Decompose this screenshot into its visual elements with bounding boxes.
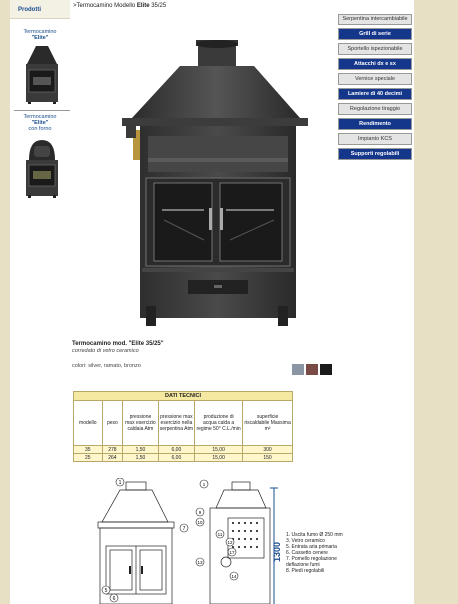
sidebar-header: Prodotti [10,0,70,19]
front-view-drawing: 1 7 5 6 [97,478,189,604]
product-sidebar: Prodotti Termocamino "Elite" Termocamino… [10,0,70,604]
menu-attacchi[interactable]: Attacchi dx e sx [338,58,412,70]
table-cell: 1,50 [122,445,159,454]
menu-impianto[interactable]: Impianto KCS [338,133,412,145]
menu-grill[interactable]: Grill di serie [338,28,412,40]
col-header: pressione max esercizio caldaia Atm [122,400,159,446]
sidebar-title: Prodotti [18,7,41,13]
menu-serpentina[interactable]: Serpentina intercambiabile [338,14,412,25]
tech-data-table: DATI TECNICI modello peso pressione max … [73,391,293,462]
menu-supporti[interactable]: Supporti regolabili [338,148,412,160]
sidebar-item-elite-forno[interactable]: Termocamino "Elite" con forno [10,114,70,132]
table-cell: 278 [101,445,124,454]
legend-item: 7. Pomello regolazione deflazione fumi [286,556,337,568]
col-header: pressione max esercizio nella serpentina… [157,400,196,446]
menu-sportello[interactable]: Sportello ispezionabile [338,43,412,55]
swatch-ramato[interactable] [306,364,318,375]
breadcrumb-model: Elite [136,3,150,9]
callout-7: 7 [183,526,186,532]
callout-12: 12 [227,540,233,545]
product-subtitle: corredato di vetro ceramico [72,348,139,354]
callout-5: 5 [105,588,108,594]
table-cell: 15,00 [194,445,244,454]
table-title: DATI TECNICI [73,391,293,401]
callout-10: 10 [197,520,203,525]
menu-lamiere[interactable]: Lamiere di 40 decimi [338,88,412,100]
table-cell: 264 [101,453,124,462]
breadcrumb-suffix: 35/25 [149,3,167,9]
sidebar-item-suffix: con forno [28,126,52,132]
elite-thumbnail[interactable] [25,46,59,104]
table-cell: 6,00 [157,453,196,462]
legend-item: 8. Piedi regolabili [286,568,325,574]
col-header: superficie riscaldabile Massima m² [242,400,293,446]
breadcrumb: >Termocamino Modello Elite 35/25 [72,0,337,12]
col-header: produzione di acqua calda a regime 50° C… [194,400,244,446]
menu-regolazione[interactable]: Regolazione tiraggio [338,103,412,115]
col-header: modello [73,400,103,446]
table-cell: 25 [73,453,103,462]
elite-forno-thumbnail[interactable] [25,138,59,198]
sidebar-divider [14,110,70,111]
breadcrumb-prefix: >Termocamino Modello [73,3,137,9]
swatch-bronzo[interactable] [320,364,332,375]
sidebar-item-model: "Elite" [31,35,49,41]
table-cell: 6,00 [157,445,196,454]
callout-1: 1 [119,480,122,486]
callout-13: 13 [197,560,203,565]
callout-6: 6 [113,596,116,602]
swatch-silver[interactable] [292,364,304,375]
sidebar-item-elite[interactable]: Termocamino "Elite" [10,29,70,41]
feature-menu: Serpentina intercambiabile Grill di seri… [338,14,414,163]
colors-text: colori: silver, ramato, bronzo [72,363,141,369]
diagram-legend: 1. Uscita fumo Ø 250 mm 3. Vetro ceramic… [286,532,346,574]
callout-11: 11 [218,532,223,537]
table-cell: 150 [242,453,293,462]
table-cell: 300 [242,445,293,454]
table-cell: 15,00 [194,453,244,462]
table-row: 25 264 1,50 6,00 15,00 150 [73,453,293,462]
menu-vernice[interactable]: Vernice speciale [338,73,412,85]
callout-14: 14 [231,574,237,579]
callout-17: 17 [229,550,235,555]
table-header-row: modello peso pressione max esercizio cal… [73,400,293,446]
height-dimension: 1300 [272,541,282,562]
table-cell: 35 [73,445,103,454]
product-title: Termocamino mod. "Elite 35/25" [72,341,164,347]
col-header: peso [101,400,124,446]
table-row: 35 278 1,50 6,00 15,00 300 [73,445,293,454]
fireplace-image [122,40,308,326]
breadcrumb-text: >Termocamino Modello Elite 35/25 [73,3,166,9]
menu-rendimento[interactable]: Rendimento [338,118,412,130]
side-view-drawing: 1 9 10 11 12 13 14 17 [195,479,271,604]
table-cell: 1,50 [122,453,159,462]
page-content: Prodotti Termocamino "Elite" Termocamino… [10,0,414,604]
